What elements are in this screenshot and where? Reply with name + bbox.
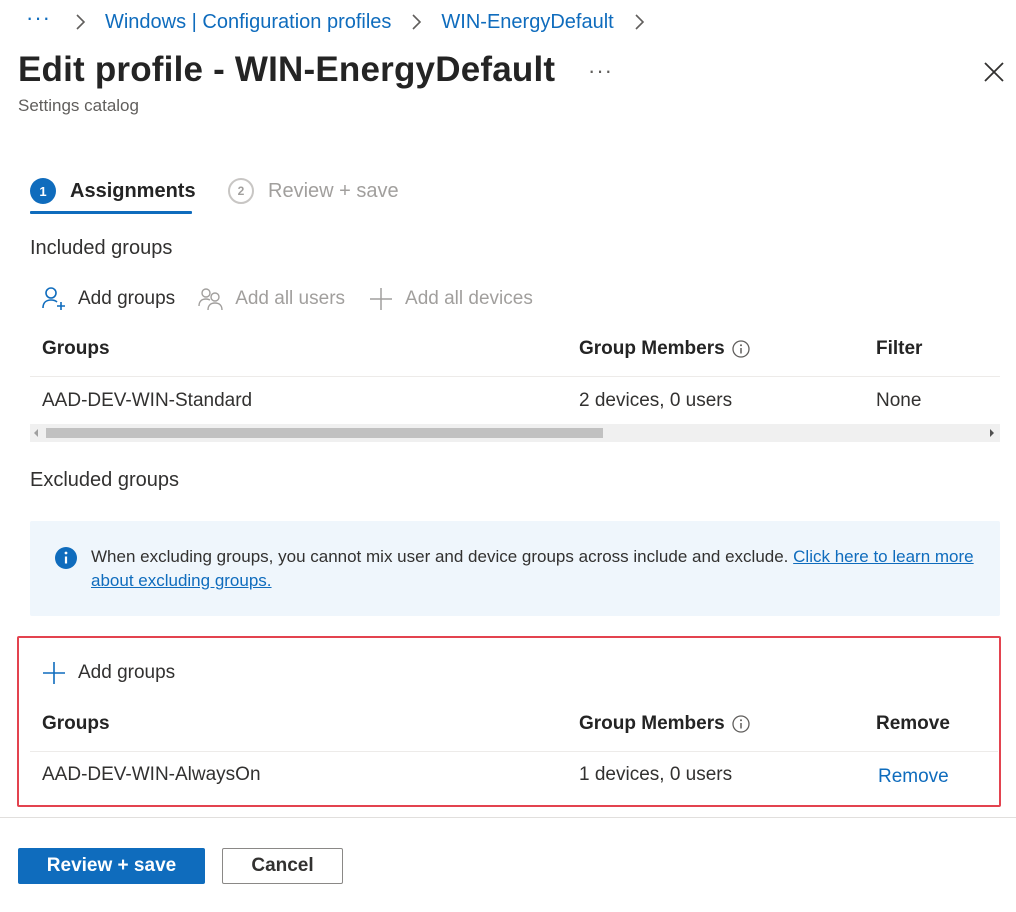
add-all-devices-button[interactable]: Add all devices (367, 285, 533, 313)
remove-link[interactable]: Remove (878, 766, 949, 788)
add-groups-button[interactable]: Add groups (40, 285, 175, 313)
add-all-users-label: Add all users (235, 288, 346, 309)
footer-divider (0, 817, 1016, 818)
step-label: Review + save (268, 179, 399, 202)
add-person-icon (40, 285, 68, 313)
add-groups-label: Add groups (78, 662, 176, 683)
column-header-label: Group Members (579, 338, 725, 359)
page-subtitle: Settings catalog (18, 96, 139, 115)
column-header-groups: Groups (42, 338, 110, 359)
cell-filter: None (876, 390, 922, 411)
people-icon (197, 285, 225, 313)
breadcrumb-link-profile[interactable]: WIN-EnergyDefault (441, 11, 613, 34)
plus-icon (367, 285, 395, 313)
tab-assignments[interactable]: 1 Assignments (30, 176, 196, 206)
cell-group-members: 1 devices, 0 users (579, 764, 733, 785)
column-header-filter: Filter (876, 338, 923, 359)
cell-group-members: 2 devices, 0 users (579, 390, 733, 411)
breadcrumb-link-configuration-profiles[interactable]: Windows | Configuration profiles (105, 11, 391, 34)
info-message-text: When excluding groups, you cannot mix us… (91, 545, 981, 593)
column-header-group-members: Group Members (579, 338, 751, 360)
included-groups-heading: Included groups (30, 237, 173, 259)
step-number: 1 (30, 178, 56, 204)
add-groups-label: Add groups (78, 288, 176, 309)
column-header-groups: Groups (42, 713, 110, 734)
chevron-right-icon (405, 11, 427, 33)
chevron-right-icon (69, 11, 91, 33)
info-filled-icon (54, 546, 78, 570)
scrollbar-thumb[interactable] (46, 428, 603, 438)
info-icon[interactable] (731, 339, 751, 359)
excluded-groups-heading: Excluded groups (30, 469, 179, 491)
chevron-right-icon (628, 11, 650, 33)
info-icon[interactable] (731, 714, 751, 734)
table-row[interactable]: AAD-DEV-WIN-AlwaysOn 1 devices, 0 users … (30, 752, 998, 798)
excluded-toolbar: Add groups (40, 658, 197, 688)
plus-icon (40, 659, 68, 687)
cell-group-name: AAD-DEV-WIN-Standard (42, 390, 253, 411)
column-header-label: Group Members (579, 713, 725, 734)
cancel-button[interactable]: Cancel (222, 848, 343, 884)
info-message-bar: When excluding groups, you cannot mix us… (30, 521, 1000, 616)
close-icon[interactable] (980, 58, 1008, 86)
add-all-devices-label: Add all devices (405, 288, 533, 309)
breadcrumb: ··· Windows | Configuration profiles WIN… (26, 5, 664, 36)
cell-group-name: AAD-DEV-WIN-AlwaysOn (42, 764, 261, 785)
breadcrumb-overflow-button[interactable]: ··· (26, 5, 51, 31)
step-label: Assignments (70, 179, 196, 202)
scroll-left-arrow-icon[interactable] (34, 429, 38, 437)
info-message-body: When excluding groups, you cannot mix us… (91, 547, 789, 566)
review-save-button[interactable]: Review + save (18, 848, 205, 884)
column-header-group-members: Group Members (579, 713, 751, 735)
add-all-users-button[interactable]: Add all users (197, 285, 345, 313)
table-row[interactable]: AAD-DEV-WIN-Standard 2 devices, 0 users … (30, 377, 1000, 423)
included-toolbar: Add groups Add all users Add all devices (40, 284, 555, 314)
page-title: Edit profile - WIN-EnergyDefault (18, 50, 556, 89)
scroll-right-arrow-icon[interactable] (990, 429, 994, 437)
add-excluded-groups-button[interactable]: Add groups (40, 659, 175, 687)
horizontal-scrollbar[interactable] (30, 424, 1000, 442)
active-tab-indicator (30, 211, 192, 214)
step-number: 2 (228, 178, 254, 204)
column-header-remove: Remove (876, 713, 950, 734)
more-options-button[interactable]: ··· (588, 58, 613, 84)
tab-review-save[interactable]: 2 Review + save (228, 176, 399, 206)
